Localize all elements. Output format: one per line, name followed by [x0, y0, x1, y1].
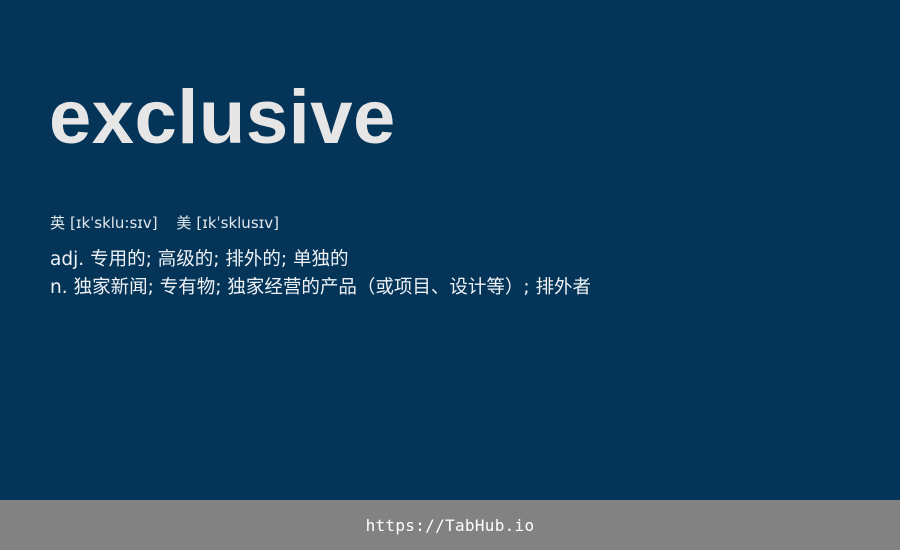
headword: exclusive — [49, 75, 396, 160]
definitions: adj. 专用的; 高级的; 排外的; 单独的 n. 独家新闻; 专有物; 独家经营… — [50, 246, 591, 302]
word-card: exclusive 英 [ɪkˈsklu:sɪv] 美 [ɪkˈsklusɪv] a… — [0, 0, 900, 500]
part-of-speech: adj. — [50, 249, 85, 270]
phonetic-uk: 英 [ɪkˈsklu:sɪv] — [50, 212, 158, 234]
tabhub-link[interactable]: https://TabHub.io — [366, 516, 535, 535]
definition-adj: adj. 专用的; 高级的; 排外的; 单独的 — [50, 246, 591, 274]
phonetic-us-label: 美 — [176, 214, 192, 232]
phonetic-uk-label: 英 — [50, 214, 66, 232]
definition-text: 独家新闻; 专有物; 独家经营的产品（或项目、设计等）; 排外者 — [73, 277, 591, 298]
footer-bar: https://TabHub.io — [0, 500, 900, 550]
phonetic-us: 美 [ɪkˈsklusɪv] — [176, 212, 279, 234]
phonetics-row: 英 [ɪkˈsklu:sɪv] 美 [ɪkˈsklusɪv] — [50, 212, 293, 234]
definition-noun: n. 独家新闻; 专有物; 独家经营的产品（或项目、设计等）; 排外者 — [50, 274, 591, 302]
phonetic-us-ipa: [ɪkˈsklusɪv] — [196, 214, 279, 232]
phonetic-uk-ipa: [ɪkˈsklu:sɪv] — [70, 214, 158, 232]
part-of-speech: n. — [50, 277, 68, 298]
definition-text: 专用的; 高级的; 排外的; 单独的 — [90, 249, 349, 270]
